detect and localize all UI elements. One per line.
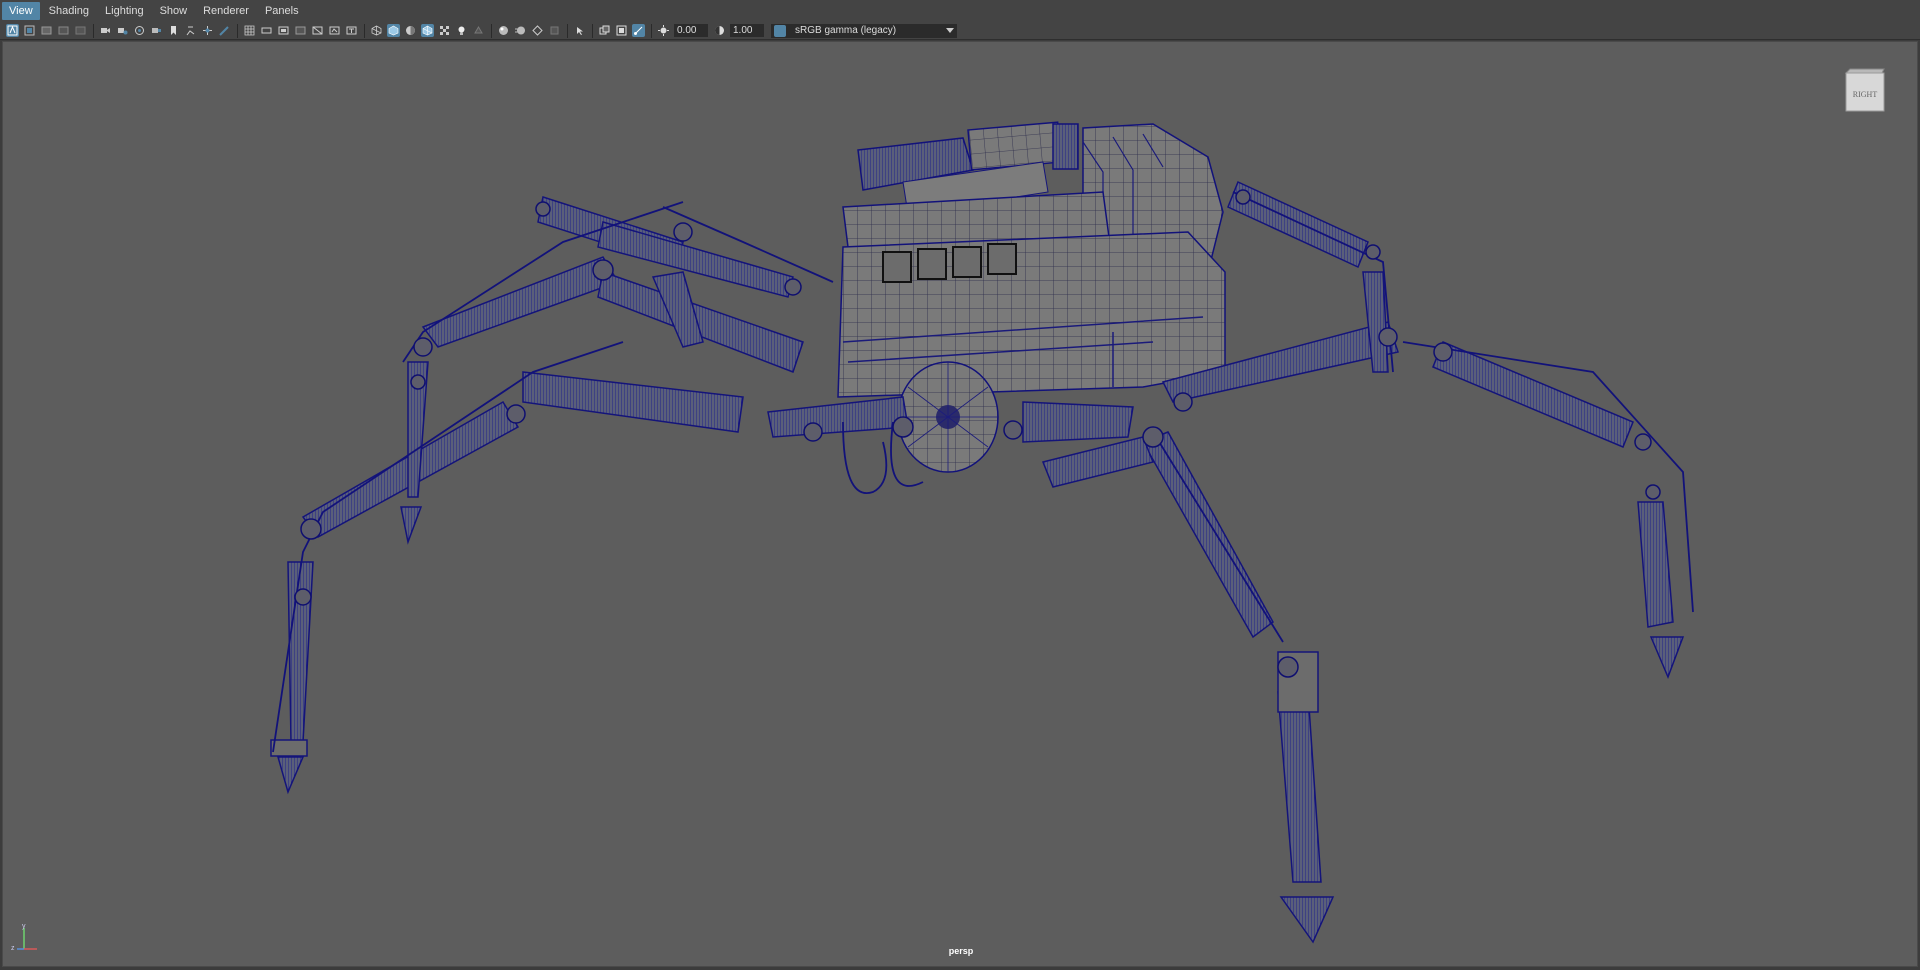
- safe-title-icon[interactable]: [345, 24, 358, 37]
- grid-snap-icon[interactable]: [184, 24, 197, 37]
- panel-toolbar: sRGB gamma (legacy): [0, 22, 1920, 40]
- menu-show[interactable]: Show: [153, 2, 195, 20]
- color-management-icon[interactable]: [774, 24, 786, 37]
- image-plane-icon[interactable]: [57, 24, 70, 37]
- gamma-field[interactable]: [730, 24, 764, 37]
- toolbar-separator: [491, 23, 492, 38]
- motion-blur-icon[interactable]: [514, 24, 527, 37]
- toolbar-separator: [237, 23, 238, 38]
- camera-lock-icon[interactable]: [116, 24, 129, 37]
- bookmark-icon[interactable]: [40, 24, 53, 37]
- viewcube-face-label: RIGHT: [1853, 90, 1878, 99]
- shadows-icon[interactable]: [472, 24, 485, 37]
- menu-renderer[interactable]: Renderer: [196, 2, 256, 20]
- default-material-icon[interactable]: [404, 24, 417, 37]
- depth-of-field-icon[interactable]: [150, 24, 163, 37]
- camera-film-icon[interactable]: [133, 24, 146, 37]
- menu-view[interactable]: View: [2, 2, 40, 20]
- menu-shading[interactable]: Shading: [42, 2, 96, 20]
- chevron-down-icon[interactable]: [946, 27, 954, 33]
- toolbar-separator: [567, 23, 568, 38]
- bookmark-flag-icon[interactable]: [167, 24, 180, 37]
- smooth-shade-icon[interactable]: [387, 24, 400, 37]
- camera-attributes-icon[interactable]: [23, 24, 36, 37]
- axis-y-label: y: [22, 923, 26, 930]
- xray-active-components-icon[interactable]: [615, 24, 628, 37]
- 3d-viewport[interactable]: RIGHT y z persp: [2, 41, 1918, 967]
- toolbar-separator: [651, 23, 652, 38]
- safe-action-icon[interactable]: [328, 24, 341, 37]
- maya-model-panel: View Shading Lighting Show Renderer Pane…: [0, 0, 1920, 970]
- panel-menubar: View Shading Lighting Show Renderer Pane…: [0, 0, 1920, 23]
- paint-icon[interactable]: [218, 24, 231, 37]
- xray-icon[interactable]: [598, 24, 611, 37]
- field-chart-icon[interactable]: [311, 24, 324, 37]
- grid-icon[interactable]: [243, 24, 256, 37]
- screen-space-ao-icon[interactable]: [497, 24, 510, 37]
- gamma-icon[interactable]: [713, 24, 726, 37]
- color-space-dropdown[interactable]: sRGB gamma (legacy): [771, 23, 957, 38]
- menu-lighting[interactable]: Lighting: [98, 2, 151, 20]
- camera-icon[interactable]: [99, 24, 112, 37]
- spider-robot-wireframe: [270, 121, 1694, 944]
- view-cube[interactable]: RIGHT: [1844, 67, 1886, 113]
- menu-panels[interactable]: Panels: [258, 2, 306, 20]
- textured-icon[interactable]: [438, 24, 451, 37]
- xray-joints-icon[interactable]: [632, 24, 645, 37]
- resolution-gate-icon[interactable]: [277, 24, 290, 37]
- toolbar-separator: [592, 23, 593, 38]
- 2d-pan-zoom-icon[interactable]: [74, 24, 87, 37]
- toolbar-separator: [93, 23, 94, 38]
- wireframe-icon[interactable]: [370, 24, 383, 37]
- depth-peeling-icon[interactable]: [548, 24, 561, 37]
- select-camera-icon[interactable]: [6, 24, 19, 37]
- gate-mask-icon[interactable]: [294, 24, 307, 37]
- exposure-field[interactable]: [674, 24, 708, 37]
- toolbar-separator: [364, 23, 365, 38]
- use-all-lights-icon[interactable]: [455, 24, 468, 37]
- sphere-joint: [897, 361, 999, 473]
- film-gate-icon[interactable]: [260, 24, 273, 37]
- manipulator-icon[interactable]: [201, 24, 214, 37]
- wireframe-on-shaded-icon[interactable]: [421, 24, 434, 37]
- isolate-select-icon[interactable]: [573, 24, 586, 37]
- multisample-aa-icon[interactable]: [531, 24, 544, 37]
- camera-name-label: persp: [948, 946, 974, 956]
- color-space-label: sRGB gamma (legacy): [795, 25, 897, 36]
- exposure-icon[interactable]: [657, 24, 670, 37]
